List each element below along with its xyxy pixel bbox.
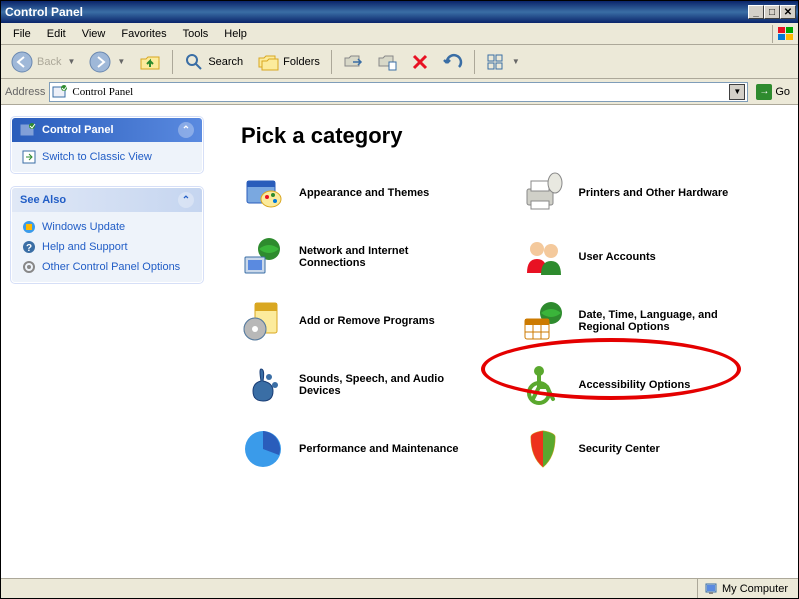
menu-file[interactable]: File — [5, 26, 39, 42]
copy-to-icon — [377, 52, 397, 72]
chevron-down-icon: ▼ — [117, 57, 125, 66]
folders-button[interactable]: Folders — [251, 49, 326, 75]
toolbar-separator — [331, 50, 332, 74]
search-icon — [184, 52, 204, 72]
folders-icon — [257, 52, 279, 72]
menu-help[interactable]: Help — [216, 26, 255, 42]
menubar: File Edit View Favorites Tools Help — [1, 23, 798, 45]
maximize-button[interactable]: □ — [764, 5, 780, 19]
views-button[interactable]: ▼ — [480, 50, 526, 74]
security-center-icon — [521, 427, 565, 471]
performance-icon — [241, 427, 285, 471]
category-grid: Appearance and Themes Printers and Other… — [233, 169, 778, 473]
category-accessibility[interactable]: Accessibility Options — [521, 361, 771, 409]
go-button[interactable]: → Go — [752, 83, 794, 101]
address-input-wrap[interactable]: ▼ — [49, 82, 748, 102]
forward-button[interactable]: ▼ — [83, 48, 131, 76]
windows-update-icon — [22, 220, 36, 234]
toolbar: Back ▼ ▼ Search Folders ▼ — [1, 45, 798, 79]
move-to-icon — [343, 52, 363, 72]
search-button[interactable]: Search — [178, 49, 249, 75]
minimize-button[interactable]: _ — [748, 5, 764, 19]
sounds-speech-icon — [241, 363, 285, 407]
window-title: Control Panel — [5, 5, 748, 19]
control-panel-header-icon — [20, 122, 36, 138]
address-dropdown-button[interactable]: ▼ — [729, 84, 745, 100]
help-support-link[interactable]: ? Help and Support — [22, 240, 192, 254]
address-label: Address — [5, 86, 45, 98]
titlebar: Control Panel _ □ ✕ — [1, 1, 798, 23]
statusbar: My Computer — [1, 578, 798, 598]
addressbar: Address ▼ → Go — [1, 79, 798, 105]
category-date-time-language[interactable]: Date, Time, Language, and Regional Optio… — [521, 297, 771, 345]
windows-update-link[interactable]: Windows Update — [22, 220, 192, 234]
page-heading: Pick a category — [241, 123, 778, 149]
up-button[interactable] — [133, 48, 167, 76]
category-performance[interactable]: Performance and Maintenance — [241, 425, 491, 473]
collapse-icon[interactable]: ⌃ — [178, 122, 194, 138]
back-icon — [11, 51, 33, 73]
panel-body: Switch to Classic View — [12, 142, 202, 172]
chevron-down-icon: ▼ — [512, 57, 520, 66]
status-text: My Computer — [722, 583, 788, 595]
appearance-themes-icon — [241, 171, 285, 215]
category-appearance-themes[interactable]: Appearance and Themes — [241, 169, 491, 217]
see-also-panel: See Also ⌃ Windows Update ? Help and Sup… — [11, 187, 203, 283]
user-accounts-icon — [521, 235, 565, 279]
date-time-language-icon — [521, 299, 565, 343]
delete-button[interactable] — [405, 50, 435, 74]
address-input[interactable] — [72, 86, 725, 98]
help-icon: ? — [22, 240, 36, 254]
windows-flag-icon — [772, 25, 794, 43]
delete-x-icon — [411, 53, 429, 71]
menu-edit[interactable]: Edit — [39, 26, 74, 42]
go-arrow-icon: → — [756, 84, 772, 100]
folder-up-icon — [139, 51, 161, 73]
menu-tools[interactable]: Tools — [175, 26, 217, 42]
control-panel-panel: Control Panel ⌃ Switch to Classic View — [11, 117, 203, 173]
menu-view[interactable]: View — [74, 26, 114, 42]
category-user-accounts[interactable]: User Accounts — [521, 233, 771, 281]
switch-view-icon — [22, 150, 36, 164]
accessibility-icon — [521, 363, 565, 407]
svg-text:?: ? — [26, 243, 32, 254]
category-network[interactable]: Network and Internet Connections — [241, 233, 491, 281]
content-area: Control Panel ⌃ Switch to Classic View S… — [1, 105, 798, 578]
copy-to-button[interactable] — [371, 49, 403, 75]
category-sounds-speech[interactable]: Sounds, Speech, and Audio Devices — [241, 361, 491, 409]
window-controls: _ □ ✕ — [748, 5, 796, 19]
status-right: My Computer — [698, 582, 794, 596]
views-icon — [486, 53, 506, 71]
add-remove-programs-icon — [241, 299, 285, 343]
sidebar: Control Panel ⌃ Switch to Classic View S… — [1, 105, 213, 578]
network-icon — [241, 235, 285, 279]
main-content: Pick a category Appearance and Themes Pr… — [213, 105, 798, 578]
other-options-link[interactable]: Other Control Panel Options — [22, 260, 192, 274]
my-computer-icon — [704, 582, 718, 596]
printers-hardware-icon — [521, 171, 565, 215]
switch-classic-view-link[interactable]: Switch to Classic View — [22, 150, 192, 164]
control-panel-icon — [52, 84, 68, 100]
status-left — [5, 579, 698, 598]
category-security-center[interactable]: Security Center — [521, 425, 771, 473]
category-add-remove-programs[interactable]: Add or Remove Programs — [241, 297, 491, 345]
chevron-down-icon: ▼ — [67, 57, 75, 66]
undo-button[interactable] — [437, 50, 469, 74]
panel-header[interactable]: Control Panel ⌃ — [12, 118, 202, 142]
menu-favorites[interactable]: Favorites — [113, 26, 174, 42]
back-button[interactable]: Back ▼ — [5, 48, 81, 76]
panel-body: Windows Update ? Help and Support Other … — [12, 212, 202, 282]
move-to-button[interactable] — [337, 49, 369, 75]
toolbar-separator — [474, 50, 475, 74]
undo-icon — [443, 53, 463, 71]
collapse-icon[interactable]: ⌃ — [178, 192, 194, 208]
forward-icon — [89, 51, 111, 73]
category-printers-hardware[interactable]: Printers and Other Hardware — [521, 169, 771, 217]
close-button[interactable]: ✕ — [780, 5, 796, 19]
panel-header[interactable]: See Also ⌃ — [12, 188, 202, 212]
settings-icon — [22, 260, 36, 274]
toolbar-separator — [172, 50, 173, 74]
